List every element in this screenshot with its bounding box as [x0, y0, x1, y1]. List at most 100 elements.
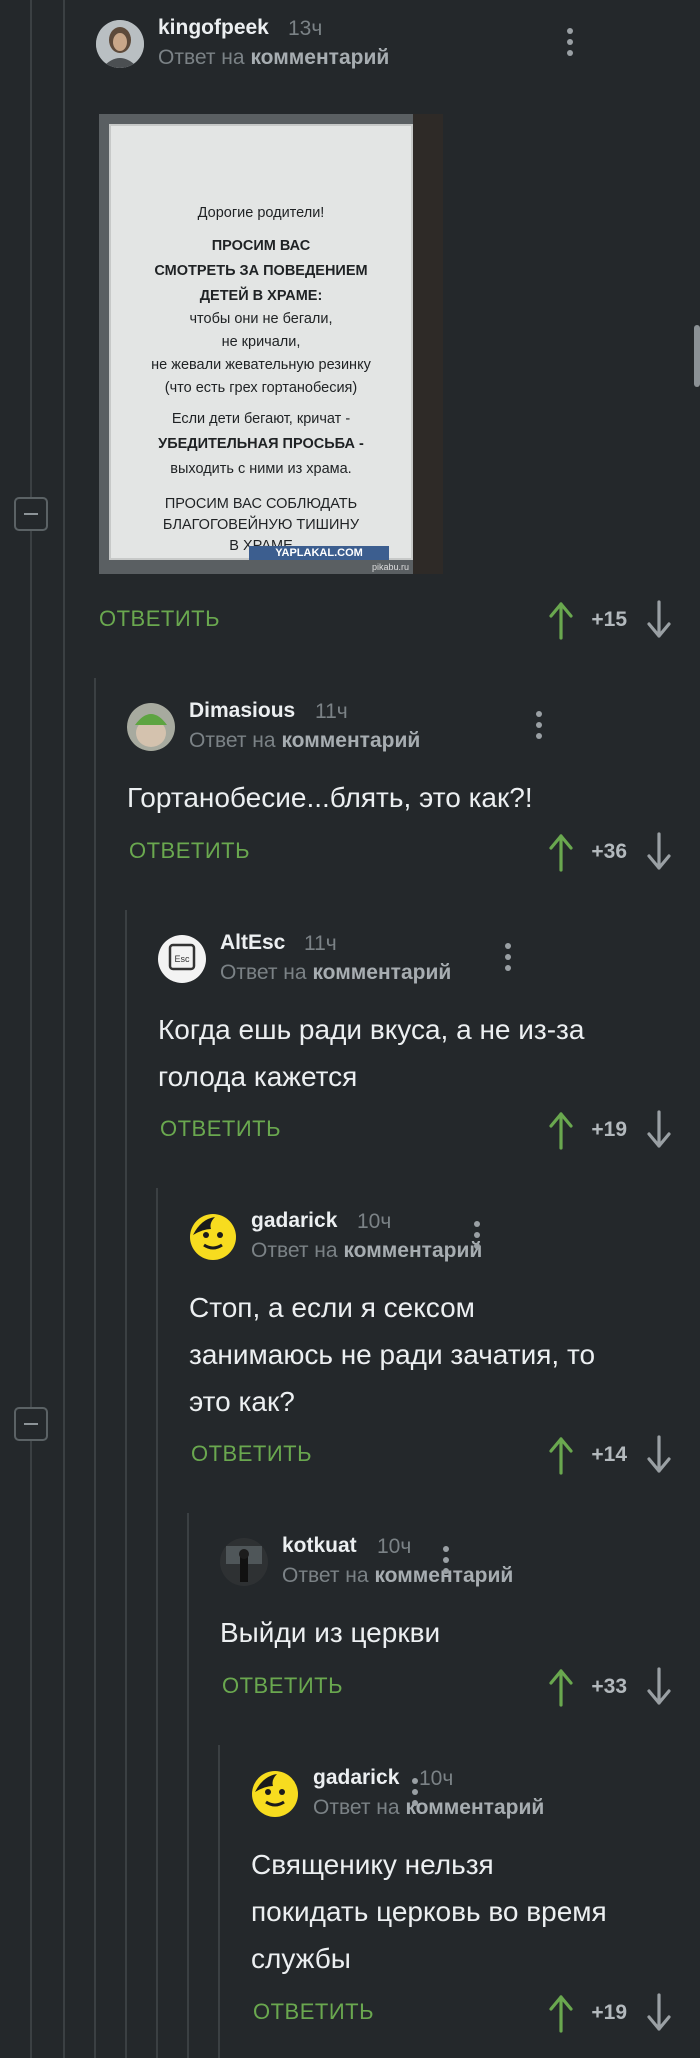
avatar[interactable]: Esc [158, 935, 206, 983]
reply-button[interactable]: ОТВЕТИТЬ [160, 1116, 281, 1142]
sign-line: выходить с ними из храма. [170, 461, 352, 477]
reply-to-link[interactable]: комментарий [405, 1796, 544, 1819]
upvote-arrow-icon[interactable] [547, 1667, 575, 1707]
upvote-arrow-icon[interactable] [547, 1110, 575, 1150]
comment-actions: ОТВЕТИТЬ +33 [222, 1667, 700, 1707]
reply-to-label: Ответ на комментарий [220, 961, 452, 984]
username[interactable]: kotkuat [282, 1534, 357, 1558]
upvote-arrow-icon[interactable] [547, 1435, 575, 1475]
scrollbar-thumb[interactable] [694, 325, 700, 387]
comment-time: 10ч [419, 1767, 454, 1790]
comment-score: +36 [591, 840, 627, 863]
comment-text: Стоп, а если я сексом занимаюсь не ради … [189, 1292, 596, 1417]
reply-to-link[interactable]: комментарий [281, 729, 420, 752]
sign-board: Дорогие родители! ПРОСИМ ВАС СМОТРЕТЬ ЗА… [109, 124, 413, 560]
reply-button[interactable]: ОТВЕТИТЬ [253, 1999, 374, 2025]
username[interactable]: Dimasious [189, 699, 295, 723]
comment-header: gadarick 10ч Ответ на комментарий [251, 1766, 700, 1830]
image-watermark: YAPLAKAL.COM [249, 546, 389, 560]
sign-line: не жевали жевательную резинку [151, 357, 371, 373]
username[interactable]: gadarick [313, 1766, 399, 1790]
avatar-image [220, 1538, 268, 1586]
reply-to-label: Ответ на комментарий [282, 1564, 514, 1587]
sign-line: ПРОСИМ ВАС [211, 238, 311, 254]
upvote-arrow-icon[interactable] [547, 832, 575, 872]
username[interactable]: kingofpeek [158, 16, 269, 40]
reply-to-link[interactable]: комментарий [343, 1239, 482, 1262]
sign-line: Если дети бегают, кричат - [171, 411, 351, 427]
comment-text: Священику нельзя покидать церковь во вре… [251, 1849, 607, 1974]
comment-header: kingofpeek 13ч Ответ на комментарий [96, 16, 700, 80]
more-options-icon[interactable] [473, 1221, 481, 1251]
more-options-icon[interactable] [504, 943, 512, 973]
comment-score: +14 [591, 1443, 627, 1466]
reply-button[interactable]: ОТВЕТИТЬ [129, 838, 250, 864]
reply-to-label: Ответ на комментарий [251, 1239, 483, 1262]
comment-time: 13ч [288, 17, 323, 40]
reply-to-link[interactable]: комментарий [250, 46, 389, 69]
avatar-image [96, 20, 144, 68]
more-options-icon[interactable] [535, 711, 543, 741]
reply-button[interactable]: ОТВЕТИТЬ [222, 1673, 343, 1699]
avatar-image [190, 1214, 236, 1260]
comment-time: 11ч [304, 932, 337, 955]
avatar[interactable] [220, 1538, 268, 1586]
downvote-arrow-icon[interactable] [645, 1993, 673, 2033]
avatar-image: Esc [158, 935, 206, 983]
thread-line [125, 910, 127, 2058]
downvote-arrow-icon[interactable] [645, 600, 673, 640]
downvote-arrow-icon[interactable] [645, 1435, 673, 1475]
avatar[interactable] [96, 20, 144, 68]
upvote-arrow-icon[interactable] [547, 600, 575, 640]
comment-time: 10ч [357, 1210, 392, 1233]
post-image[interactable]: Дорогие родители! ПРОСИМ ВАС СМОТРЕТЬ ЗА… [99, 114, 443, 574]
downvote-arrow-icon[interactable] [645, 1667, 673, 1707]
sign-line: ПРОСИМ ВАС СОБЛЮДАТЬ [164, 496, 358, 512]
more-options-icon[interactable] [442, 1546, 450, 1576]
image-frame [413, 114, 443, 574]
comment-header: kotkuat 10ч Ответ на комментарий [220, 1534, 700, 1598]
thread-line [94, 678, 96, 2058]
sign-line: УБЕДИТЕЛЬНАЯ ПРОСЬБА - [158, 436, 364, 452]
comment-actions: ОТВЕТИТЬ +19 [160, 1110, 700, 1150]
reply-to-label: Ответ на комментарий [313, 1796, 545, 1819]
sign-line: не кричали, [221, 334, 301, 350]
more-options-icon[interactable] [566, 28, 574, 58]
downvote-arrow-icon[interactable] [645, 832, 673, 872]
upvote-arrow-icon[interactable] [547, 1993, 575, 2033]
comment-actions: ОТВЕТИТЬ +36 [129, 832, 700, 872]
avatar[interactable] [127, 703, 175, 751]
collapse-thread-button[interactable] [14, 1407, 48, 1441]
comment-score: +15 [591, 608, 627, 631]
avatar[interactable] [251, 1770, 299, 1818]
more-options-icon[interactable] [411, 1778, 419, 1808]
avatar[interactable] [189, 1213, 237, 1261]
comment-actions: ОТВЕТИТЬ +19 [253, 1993, 700, 2033]
thread-line [187, 1513, 189, 2058]
thread-line [63, 0, 65, 2058]
downvote-arrow-icon[interactable] [645, 1110, 673, 1150]
username[interactable]: gadarick [251, 1209, 337, 1233]
collapse-thread-button[interactable] [14, 497, 48, 531]
comment-header: Dimasious 11ч Ответ на комментарий [127, 699, 700, 763]
sign-line: Дорогие родители! [197, 205, 325, 221]
comment-header: Esc AltEsc 11ч Ответ на комментарий [158, 931, 700, 995]
reply-button[interactable]: ОТВЕТИТЬ [191, 1441, 312, 1467]
image-watermark: pikabu.ru [371, 562, 409, 572]
sign-line: чтобы они не бегали, [189, 311, 333, 327]
comment-text: Когда ешь ради вкуса, а не из-за голода … [158, 1014, 585, 1092]
reply-button[interactable]: ОТВЕТИТЬ [99, 606, 220, 632]
username[interactable]: AltEsc [220, 931, 285, 955]
comment-time: 11ч [315, 700, 348, 723]
comment-header: gadarick 10ч Ответ на комментарий [189, 1209, 700, 1273]
avatar-image [127, 703, 175, 751]
comment-actions: ОТВЕТИТЬ +15 [99, 600, 700, 640]
avatar-image [252, 1771, 298, 1817]
svg-text:Esc: Esc [174, 954, 190, 964]
reply-to-label: Ответ на комментарий [189, 729, 421, 752]
comment-score: +19 [591, 2001, 627, 2024]
reply-to-link[interactable]: комментарий [312, 961, 451, 984]
comment-actions: ОТВЕТИТЬ +14 [191, 1435, 700, 1475]
comment-score: +33 [591, 1675, 627, 1698]
thread-line [218, 1745, 220, 2058]
